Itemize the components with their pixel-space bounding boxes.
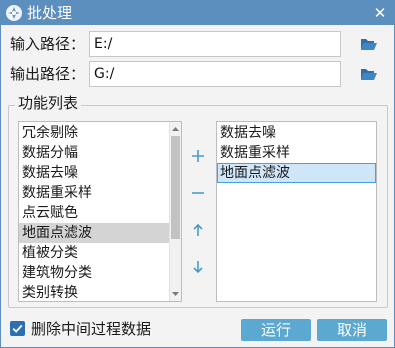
window-title: 批处理 <box>27 4 73 22</box>
plus-icon[interactable] <box>190 148 206 164</box>
list-item[interactable]: 数据去噪 <box>19 163 181 183</box>
arrow-up-icon[interactable] <box>190 222 206 238</box>
selected-functions-list[interactable]: 数据去噪 数据重采样 地面点滤波 <box>216 121 377 302</box>
input-path-label: 输入路径： <box>10 35 86 53</box>
list-item[interactable]: 植被分类 <box>19 243 181 263</box>
available-functions-list[interactable]: 冗余剔除 数据分幅 数据去噪 数据重采样 点云赋色 地面点滤波 植被分类 建筑物… <box>18 121 182 302</box>
vertical-scrollbar[interactable] <box>169 122 181 301</box>
list-item[interactable]: 类别转换 <box>19 283 181 301</box>
output-path-label: 输出路径： <box>10 65 86 83</box>
list-item[interactable]: 数据分幅 <box>19 143 181 163</box>
title-bar: 批处理 ✕ <box>1 1 394 25</box>
app-logo-icon <box>6 5 22 21</box>
list-item-selected[interactable]: 地面点滤波 <box>19 223 181 243</box>
cancel-button[interactable]: 取消 <box>317 319 387 341</box>
list-item[interactable]: 数据去噪 <box>217 123 376 143</box>
close-button[interactable]: ✕ <box>370 3 390 23</box>
function-list-title: 功能列表 <box>15 93 82 113</box>
arrow-down-icon[interactable] <box>190 259 206 275</box>
list-item[interactable]: 数据重采样 <box>217 143 376 163</box>
list-item[interactable]: 数据重采样 <box>19 183 181 203</box>
delete-intermediate-checkbox[interactable] <box>10 321 25 336</box>
folder-open-icon[interactable] <box>360 67 378 81</box>
batch-dialog: 批处理 ✕ 输入路径： 输出路径： 功能列表 冗余剔除 数据分幅 数据去噪 数据… <box>0 0 395 348</box>
scroll-thumb[interactable] <box>171 136 180 239</box>
scroll-down-arrow-icon[interactable] <box>170 288 181 300</box>
run-button[interactable]: 运行 <box>241 319 311 341</box>
list-item-selected[interactable]: 地面点滤波 <box>217 163 376 183</box>
scroll-up-arrow-icon[interactable] <box>170 123 181 135</box>
minus-icon[interactable] <box>190 185 206 201</box>
output-path-field[interactable] <box>89 61 341 87</box>
list-item[interactable]: 冗余剔除 <box>19 123 181 143</box>
checkmark-icon <box>12 324 23 333</box>
delete-intermediate-label: 删除中间过程数据 <box>31 320 152 338</box>
input-path-field[interactable] <box>89 31 341 57</box>
list-item[interactable]: 点云赋色 <box>19 203 181 223</box>
list-item[interactable]: 建筑物分类 <box>19 263 181 283</box>
folder-open-icon[interactable] <box>360 37 378 51</box>
